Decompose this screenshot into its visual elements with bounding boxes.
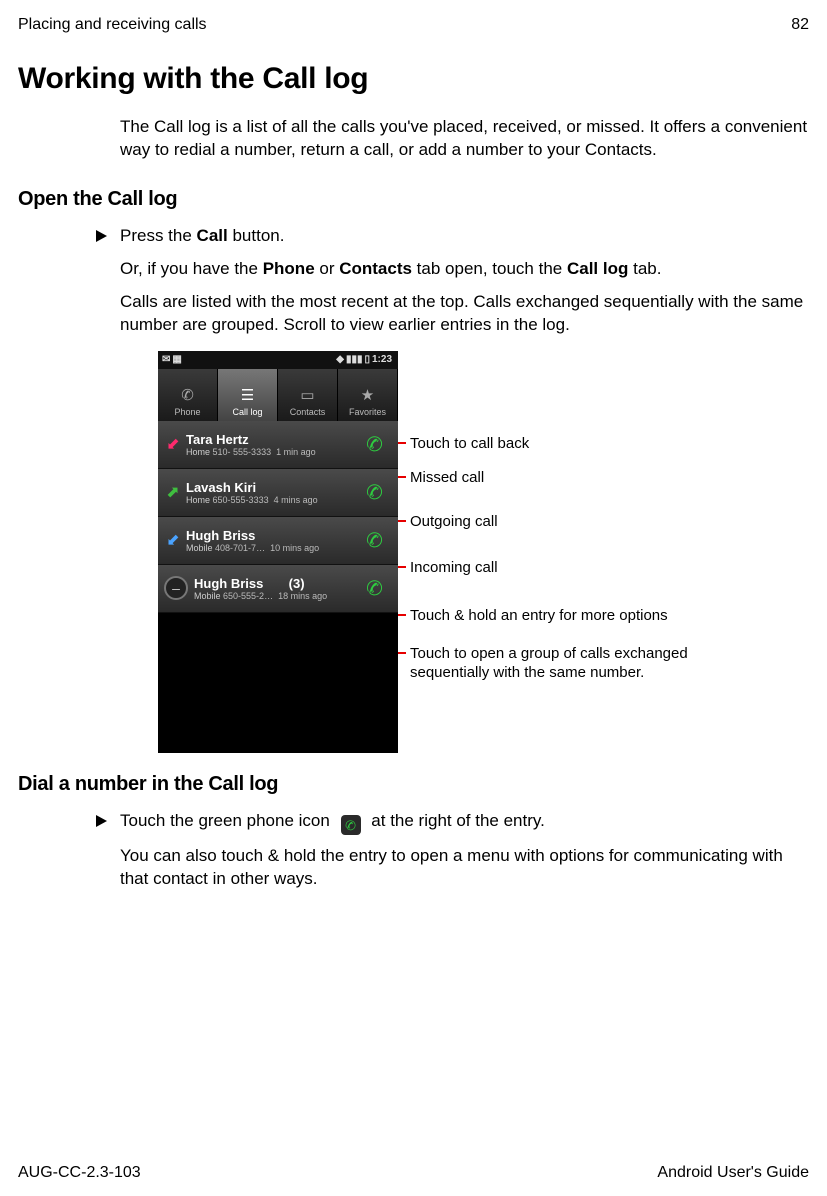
outgoing-call-icon: ⬈	[164, 483, 182, 501]
main-title: Working with the Call log	[0, 38, 827, 108]
bold-calllog: Call log	[567, 259, 628, 278]
step-note: Calls are listed with the most recent at…	[120, 281, 809, 337]
tab-label: Favorites	[349, 407, 386, 417]
missed-call-icon: ⬋	[164, 435, 182, 453]
phone-icon: ✆	[364, 574, 385, 602]
row-text: Lavash Kiri Home 650-555-3333 4 mins ago	[186, 480, 356, 505]
figure-zone: ✉▦ ◆▮▮▮▯1:23 ✆ Phone ☰ Call log ▭ Contacts …	[158, 351, 827, 755]
caller-name: Lavash Kiri	[186, 480, 356, 495]
text-fragment: button.	[228, 226, 285, 245]
row-text: Hugh Briss Mobile 408-701-7… 10 mins ago	[186, 528, 356, 553]
group-expand-icon[interactable]: –	[164, 576, 188, 600]
callout-outgoing: Outgoing call	[410, 512, 498, 532]
row-sub: Home 650-555-3333 4 mins ago	[186, 495, 356, 505]
row-text: Tara Hertz Home 510- 555-3333 1 min ago	[186, 432, 356, 457]
caller-name: Hugh Briss	[186, 528, 356, 543]
page-header: Placing and receiving calls 82	[0, 0, 827, 38]
list-icon: ☰	[239, 386, 257, 404]
step-press-call: Press the Call button.	[120, 225, 809, 248]
callout-hold: Touch & hold an entry for more options	[410, 606, 668, 626]
section-title: Placing and receiving calls	[18, 16, 207, 34]
dial-step-block: Touch the green phone icon ✆ at the righ…	[0, 796, 827, 892]
open-step-block: Press the Call button. Or, if you have t…	[0, 211, 827, 337]
tab-label: Contacts	[290, 407, 326, 417]
page-footer: AUG-CC-2.3-103 Android User's Guide	[18, 1164, 809, 1182]
status-bar: ✉▦ ◆▮▮▮▯1:23	[158, 351, 398, 369]
status-left-icons: ✉▦	[162, 354, 184, 365]
tab-label: Phone	[174, 407, 200, 417]
call-back-button[interactable]: ✆	[356, 426, 392, 462]
phone-icon: ✆	[364, 478, 385, 506]
triangle-bullet-icon	[96, 815, 107, 827]
phone-icon: ✆	[364, 430, 385, 458]
status-time: 1:23	[372, 354, 392, 365]
step-or-line: Or, if you have the Phone or Contacts ta…	[120, 248, 809, 281]
intro-paragraph: The Call log is a list of all the calls …	[0, 108, 827, 170]
text-fragment: tab.	[628, 259, 661, 278]
callout-missed: Missed call	[410, 468, 484, 488]
phone-icon: ✆	[364, 526, 385, 554]
tab-contacts[interactable]: ▭ Contacts	[278, 369, 338, 421]
bold-phone: Phone	[263, 259, 315, 278]
bold-contacts: Contacts	[339, 259, 412, 278]
call-row-3[interactable]: – Hugh Briss (3) Mobile 650-555-2… 18 mi…	[158, 565, 398, 613]
text-fragment: at the right of the entry.	[371, 811, 545, 830]
call-row-2[interactable]: ⬋ Hugh Briss Mobile 408-701-7… 10 mins a…	[158, 517, 398, 565]
group-count: (3)	[289, 576, 305, 591]
row-sub: Home 510- 555-3333 1 min ago	[186, 447, 356, 457]
triangle-bullet-icon	[96, 230, 107, 242]
bold-call: Call	[197, 226, 228, 245]
call-row-0[interactable]: ⬋ Tara Hertz Home 510- 555-3333 1 min ag…	[158, 421, 398, 469]
page-number: 82	[791, 16, 809, 34]
empty-area	[158, 613, 398, 753]
doc-id: AUG-CC-2.3-103	[18, 1164, 141, 1182]
row-sub: Mobile 408-701-7… 10 mins ago	[186, 543, 356, 553]
call-row-1[interactable]: ⬈ Lavash Kiri Home 650-555-3333 4 mins a…	[158, 469, 398, 517]
text-fragment: or	[315, 259, 340, 278]
caller-name: Tara Hertz	[186, 432, 356, 447]
handset-icon: ✆	[179, 386, 197, 404]
star-icon: ★	[359, 386, 377, 404]
phone-icon: ✆	[344, 816, 358, 835]
dial-note: You can also touch & hold the entry to o…	[120, 835, 809, 891]
tabs-row: ✆ Phone ☰ Call log ▭ Contacts ★ Favorites	[158, 369, 398, 421]
caller-name: Hugh Briss (3)	[194, 576, 356, 591]
text-fragment: Touch the green phone icon	[120, 811, 335, 830]
inline-phone-icon: ✆	[341, 815, 361, 835]
call-back-button[interactable]: ✆	[356, 570, 392, 606]
row-text: Hugh Briss (3) Mobile 650-555-2… 18 mins…	[194, 576, 356, 601]
phone-screenshot: ✉▦ ◆▮▮▮▯1:23 ✆ Phone ☰ Call log ▭ Contacts …	[158, 351, 398, 751]
card-icon: ▭	[299, 386, 317, 404]
section-open-heading: Open the Call log	[0, 170, 827, 211]
call-back-button[interactable]: ✆	[356, 474, 392, 510]
tab-label: Call log	[232, 407, 262, 417]
callout-group: Touch to open a group of calls exchanged…	[410, 644, 720, 683]
row-sub: Mobile 650-555-2… 18 mins ago	[194, 591, 356, 601]
tab-favorites[interactable]: ★ Favorites	[338, 369, 398, 421]
text-fragment: Press the	[120, 226, 197, 245]
book-title: Android User's Guide	[657, 1164, 809, 1182]
step-touch-phone: Touch the green phone icon ✆ at the righ…	[120, 810, 809, 836]
call-back-button[interactable]: ✆	[356, 522, 392, 558]
tab-phone[interactable]: ✆ Phone	[158, 369, 218, 421]
callout-incoming: Incoming call	[410, 558, 498, 578]
text-fragment: tab open, touch the	[412, 259, 567, 278]
callout-call-back: Touch to call back	[410, 434, 529, 454]
incoming-call-icon: ⬋	[164, 531, 182, 549]
status-right: ◆▮▮▮▯1:23	[336, 354, 394, 365]
text-fragment: Or, if you have the	[120, 259, 263, 278]
section-dial-heading: Dial a number in the Call log	[0, 755, 827, 796]
tab-calllog[interactable]: ☰ Call log	[218, 369, 278, 421]
